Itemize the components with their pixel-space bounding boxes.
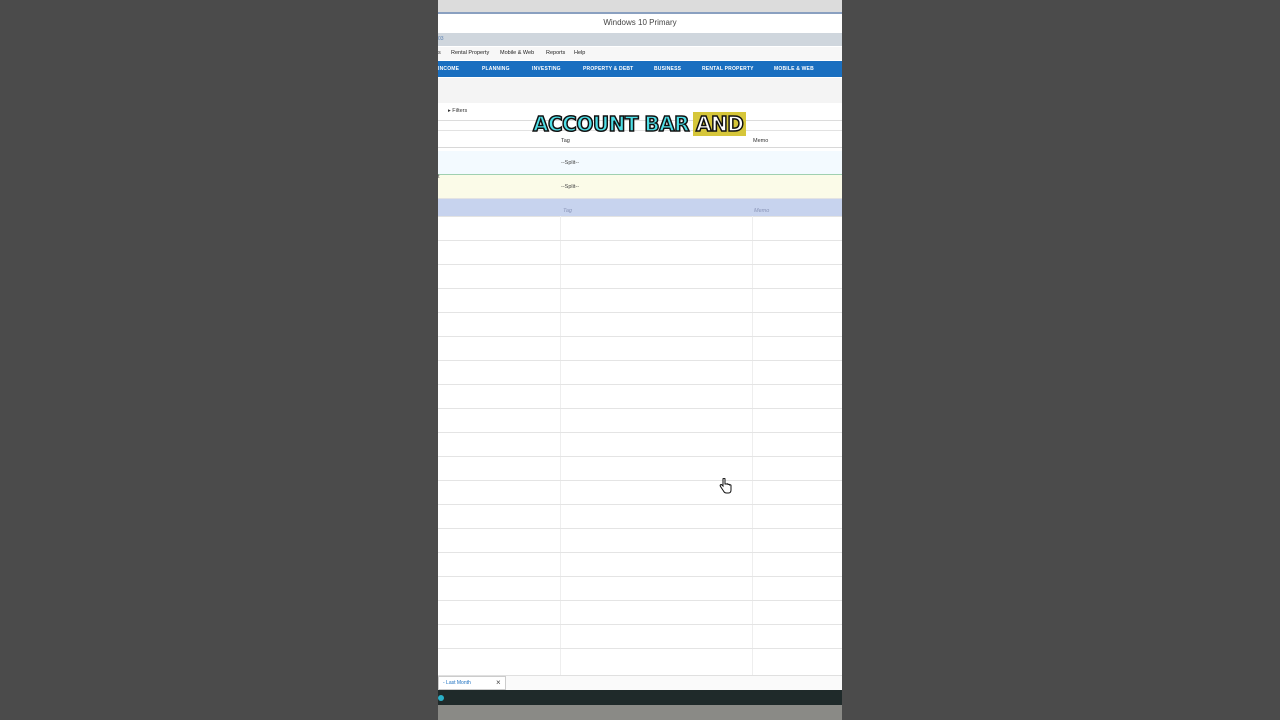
tab-rental-property[interactable]: RENTAL PROPERTY bbox=[702, 66, 754, 72]
desktop-strip bbox=[438, 705, 842, 720]
filter-chip-last-month[interactable]: - Last Month × bbox=[438, 676, 506, 690]
menu-item-reports[interactable]: Reports bbox=[546, 50, 565, 56]
menu-item-mobile-web[interactable]: Mobile & Web bbox=[500, 50, 534, 56]
tab-investing[interactable]: INVESTING bbox=[532, 66, 561, 72]
filters-toggle[interactable]: ▸ Filters bbox=[448, 108, 467, 114]
empty-row-line bbox=[438, 384, 842, 385]
menu-item-help[interactable]: Help bbox=[574, 50, 585, 56]
row-left-mark: t bbox=[438, 174, 440, 180]
tab-property-debt[interactable]: PROPERTY & DEBT bbox=[583, 66, 633, 72]
caption-word: ACCOUNT BAR bbox=[532, 111, 690, 137]
window-top-strip bbox=[438, 0, 842, 14]
hand-cursor-icon bbox=[719, 478, 732, 494]
column-divider bbox=[560, 216, 561, 676]
empty-row-line bbox=[438, 456, 842, 457]
empty-row-line bbox=[438, 576, 842, 577]
filter-chip-label: - Last Month bbox=[443, 680, 471, 686]
empty-row-line bbox=[438, 480, 842, 481]
nav-bar: INCOME PLANNING INVESTING PROPERTY & DEB… bbox=[438, 61, 842, 77]
app-icon[interactable] bbox=[438, 695, 444, 701]
tab-planning[interactable]: PLANNING bbox=[482, 66, 510, 72]
taskbar bbox=[438, 690, 842, 705]
close-icon[interactable]: × bbox=[496, 678, 501, 687]
empty-row-line bbox=[438, 648, 842, 649]
left-blur-panel bbox=[0, 0, 438, 720]
empty-row-line bbox=[438, 408, 842, 409]
empty-row-line bbox=[438, 432, 842, 433]
row-tag: --Split-- bbox=[561, 184, 580, 190]
video-caption: ACCOUNT BAR AND bbox=[532, 110, 747, 138]
empty-row-line bbox=[438, 600, 842, 601]
register-toolbar bbox=[438, 78, 842, 103]
row-tag: --Split-- bbox=[561, 160, 580, 166]
right-blur-panel bbox=[842, 0, 1280, 720]
new-row-tag-field[interactable]: Tag bbox=[563, 208, 572, 214]
table-row[interactable]: --Split-- bbox=[438, 151, 842, 175]
column-memo[interactable]: Memo bbox=[753, 138, 768, 144]
menu-item-partial[interactable]: s bbox=[438, 50, 441, 56]
empty-row-line bbox=[438, 360, 842, 361]
menu-bar: s Rental Property Mobile & Web Reports H… bbox=[438, 47, 842, 60]
empty-row-line bbox=[438, 288, 842, 289]
window-title: Windows 10 Primary bbox=[438, 14, 842, 32]
new-transaction-row[interactable]: Tag Memo bbox=[438, 199, 842, 217]
empty-row-line bbox=[438, 264, 842, 265]
caret-right-icon: ▸ bbox=[448, 108, 451, 114]
new-row-memo-field[interactable]: Memo bbox=[754, 208, 769, 214]
toolbar-band-text: 03 bbox=[438, 36, 444, 42]
filters-label: Filters bbox=[452, 108, 468, 114]
menu-item-rental-property[interactable]: Rental Property bbox=[451, 50, 489, 56]
tab-income[interactable]: INCOME bbox=[438, 66, 459, 72]
column-tag[interactable]: Tag bbox=[561, 138, 570, 144]
empty-row-line bbox=[438, 528, 842, 529]
empty-row-line bbox=[438, 336, 842, 337]
tab-business[interactable]: BUSINESS bbox=[654, 66, 681, 72]
toolbar-band: 03 bbox=[438, 33, 842, 46]
table-row[interactable]: t --Split-- bbox=[438, 174, 842, 199]
register-footer: - Last Month × bbox=[438, 675, 842, 690]
empty-row-line bbox=[438, 312, 842, 313]
empty-row-line bbox=[438, 624, 842, 625]
app-window: Windows 10 Primary 03 s Rental Property … bbox=[438, 0, 842, 720]
caption-highlight-word: AND bbox=[693, 111, 747, 137]
column-divider bbox=[752, 216, 753, 676]
empty-row-line bbox=[438, 552, 842, 553]
empty-row-line bbox=[438, 504, 842, 505]
tab-mobile-web[interactable]: MOBILE & WEB bbox=[774, 66, 814, 72]
empty-row-line bbox=[438, 240, 842, 241]
